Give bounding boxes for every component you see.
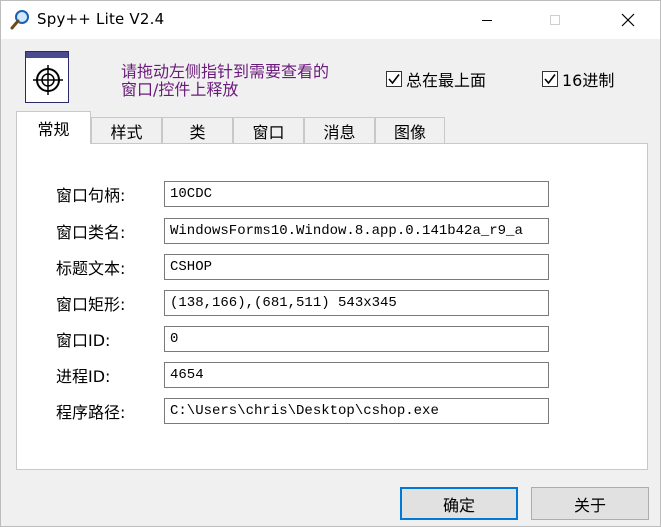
title-text-field[interactable]: CSHOP (164, 254, 549, 280)
always-on-top-label: 总在最上面 (406, 71, 487, 90)
finder-titlebar (26, 52, 68, 58)
tab-image[interactable]: 图像 (375, 117, 445, 143)
tab-style[interactable]: 样式 (91, 117, 162, 143)
program-path-field[interactable]: C:\Users\chris\Desktop\cshop.exe (164, 398, 549, 424)
title-text-label: 标题文本: (56, 259, 126, 278)
tab-window[interactable]: 窗口 (233, 117, 304, 143)
hex-checkbox[interactable]: 16进制 (542, 67, 614, 91)
tab-class[interactable]: 类 (162, 117, 233, 143)
maximize-icon (550, 15, 560, 25)
drag-target-finder[interactable] (25, 51, 69, 103)
process-id-field[interactable]: 4654 (164, 362, 549, 388)
title-bar[interactable]: Spy++ Lite V2.4 (1, 1, 660, 39)
close-button[interactable] (605, 1, 651, 39)
checkbox-box[interactable] (542, 71, 558, 87)
ok-button[interactable]: 确定 (400, 487, 518, 520)
checkmark-icon (544, 74, 556, 85)
program-path-label: 程序路径: (56, 403, 126, 422)
window-title: Spy++ Lite V2.4 (37, 10, 165, 28)
hex-label: 16进制 (562, 71, 615, 90)
window-handle-field[interactable]: 10CDC (164, 181, 549, 207)
magnifier-icon (9, 9, 31, 31)
tab-messages[interactable]: 消息 (304, 117, 375, 143)
always-on-top-checkbox[interactable]: 总在最上面 (386, 67, 486, 91)
minimize-icon (482, 19, 492, 21)
window-id-field[interactable]: 0 (164, 326, 549, 352)
process-id-label: 进程ID: (56, 367, 111, 386)
minimize-button[interactable] (464, 1, 510, 39)
checkbox-box[interactable] (386, 71, 402, 87)
close-icon (621, 13, 635, 27)
tab-general[interactable]: 常规 (16, 111, 91, 144)
spy-window: Spy++ Lite V2.4 请拖动左侧指针到需要查看的窗口/控件上释放 总在… (0, 0, 661, 527)
window-rect-field[interactable]: (138,166),(681,511) 543x345 (164, 290, 549, 316)
class-name-label: 窗口类名: (56, 223, 126, 242)
drag-hint-text: 请拖动左侧指针到需要查看的窗口/控件上释放 (121, 62, 330, 99)
maximize-button[interactable] (532, 1, 578, 39)
checkmark-icon (388, 74, 400, 85)
about-button[interactable]: 关于 (531, 487, 649, 520)
window-handle-label: 窗口句柄: (56, 186, 126, 205)
window-rect-label: 窗口矩形: (56, 295, 126, 314)
crosshair-target-icon (33, 65, 63, 95)
class-name-field[interactable]: WindowsForms10.Window.8.app.0.141b42a_r9… (164, 218, 549, 244)
window-id-label: 窗口ID: (56, 331, 111, 350)
